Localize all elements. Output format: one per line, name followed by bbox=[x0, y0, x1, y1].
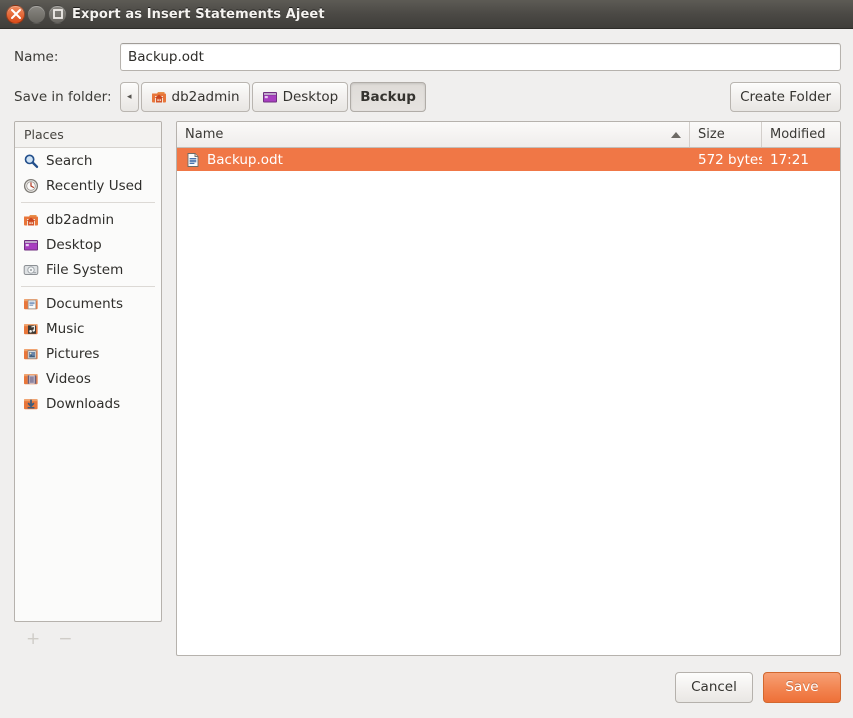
browser-panes: Places Search Recently Used db2admin Des… bbox=[0, 121, 853, 656]
sidebar-item-label: Videos bbox=[46, 370, 91, 387]
window-controls bbox=[6, 4, 67, 24]
sort-ascending-icon bbox=[671, 131, 681, 138]
places-tools: + − bbox=[14, 622, 162, 656]
chevron-left-icon: ◂ bbox=[127, 92, 132, 102]
sidebar-item-label: File System bbox=[46, 261, 124, 278]
window-title: Export as Insert Statements Ajeet bbox=[72, 6, 325, 22]
save-label: Save bbox=[785, 679, 819, 695]
file-size-cell: 572 bytes bbox=[698, 151, 762, 168]
add-bookmark-button[interactable]: + bbox=[26, 630, 40, 648]
sidebar-item-file-system[interactable]: File System bbox=[15, 257, 161, 282]
documents-folder-icon bbox=[23, 296, 39, 312]
maximize-icon[interactable] bbox=[48, 4, 67, 24]
sidebar-item-label: Desktop bbox=[46, 236, 102, 253]
sidebar-item-label: Documents bbox=[46, 295, 123, 312]
places-sidebar-wrap: Places Search Recently Used db2admin Des… bbox=[14, 121, 162, 656]
remove-bookmark-button[interactable]: − bbox=[58, 630, 72, 648]
sidebar-item-label: db2admin bbox=[46, 211, 115, 228]
column-header-label: Name bbox=[185, 127, 224, 142]
breadcrumb-item-backup[interactable]: Backup bbox=[350, 82, 426, 112]
sidebar-item-pictures[interactable]: Pictures bbox=[15, 341, 161, 366]
save-button[interactable]: Save bbox=[763, 671, 841, 703]
save-in-folder-label: Save in folder: bbox=[14, 89, 112, 105]
column-header-name[interactable]: Name bbox=[177, 122, 690, 147]
home-folder-icon bbox=[23, 212, 39, 228]
breadcrumb-label: db2admin bbox=[171, 89, 240, 105]
breadcrumb-back-button[interactable]: ◂ bbox=[120, 82, 139, 112]
sidebar-item-music[interactable]: Music bbox=[15, 316, 161, 341]
title-bar: Export as Insert Statements Ajeet bbox=[0, 0, 853, 29]
path-row: Save in folder: ◂ db2admin Desktop Backu… bbox=[0, 73, 853, 121]
breadcrumb-label: Desktop bbox=[282, 89, 339, 105]
filename-input[interactable] bbox=[120, 43, 841, 71]
sidebar-divider bbox=[21, 286, 155, 287]
sidebar-item-label: Search bbox=[46, 152, 93, 169]
desktop-folder-icon bbox=[262, 89, 278, 105]
sidebar-divider bbox=[21, 202, 155, 203]
desktop-folder-icon bbox=[23, 237, 39, 253]
places-sidebar[interactable]: Places Search Recently Used db2admin Des… bbox=[14, 121, 162, 622]
table-row[interactable]: Backup.odt 572 bytes 17:21 bbox=[177, 148, 840, 171]
breadcrumb-item-db2admin[interactable]: db2admin bbox=[140, 82, 250, 112]
sidebar-item-label: Pictures bbox=[46, 345, 100, 362]
name-label: Name: bbox=[14, 49, 59, 65]
breadcrumb: ◂ db2admin Desktop Backup bbox=[120, 82, 730, 112]
sidebar-item-documents[interactable]: Documents bbox=[15, 291, 161, 316]
sidebar-item-label: Recently Used bbox=[46, 177, 143, 194]
recent-clock-icon bbox=[23, 178, 39, 194]
sidebar-item-recently-used[interactable]: Recently Used bbox=[15, 173, 161, 198]
search-icon bbox=[23, 153, 39, 169]
dialog-footer: Cancel Save bbox=[0, 656, 853, 718]
sidebar-item-videos[interactable]: Videos bbox=[15, 366, 161, 391]
file-list-pane[interactable]: Name Size Modified Backup.odt 572 bytes … bbox=[176, 121, 841, 656]
home-folder-icon bbox=[151, 89, 167, 105]
column-header-label: Modified bbox=[770, 127, 826, 142]
file-name-cell: Backup.odt bbox=[177, 152, 690, 168]
downloads-folder-icon bbox=[23, 396, 39, 412]
name-row: Name: bbox=[0, 29, 853, 73]
file-list-header: Name Size Modified bbox=[177, 122, 840, 148]
file-modified-cell: 17:21 bbox=[770, 151, 809, 168]
places-header: Places bbox=[15, 122, 161, 148]
document-icon bbox=[185, 152, 201, 168]
breadcrumb-label: Backup bbox=[360, 89, 416, 105]
sidebar-item-label: Downloads bbox=[46, 395, 121, 412]
column-header-label: Size bbox=[698, 127, 725, 142]
harddisk-icon bbox=[23, 262, 39, 278]
close-icon[interactable] bbox=[6, 4, 25, 24]
breadcrumb-item-desktop[interactable]: Desktop bbox=[251, 82, 349, 112]
pictures-folder-icon bbox=[23, 346, 39, 362]
cancel-label: Cancel bbox=[691, 679, 737, 695]
column-header-modified[interactable]: Modified bbox=[762, 122, 840, 147]
file-name-label: Backup.odt bbox=[207, 151, 283, 168]
create-folder-label: Create Folder bbox=[740, 89, 831, 105]
sidebar-item-search[interactable]: Search bbox=[15, 148, 161, 173]
cancel-button[interactable]: Cancel bbox=[675, 671, 753, 703]
sidebar-item-db2admin[interactable]: db2admin bbox=[15, 207, 161, 232]
music-folder-icon bbox=[23, 321, 39, 337]
sidebar-item-desktop[interactable]: Desktop bbox=[15, 232, 161, 257]
create-folder-button[interactable]: Create Folder bbox=[730, 82, 841, 112]
videos-folder-icon bbox=[23, 371, 39, 387]
column-header-size[interactable]: Size bbox=[690, 122, 762, 147]
minimize-icon[interactable] bbox=[27, 4, 46, 24]
sidebar-item-label: Music bbox=[46, 320, 85, 337]
sidebar-item-downloads[interactable]: Downloads bbox=[15, 391, 161, 416]
file-save-dialog: Export as Insert Statements Ajeet Name: … bbox=[0, 0, 853, 718]
